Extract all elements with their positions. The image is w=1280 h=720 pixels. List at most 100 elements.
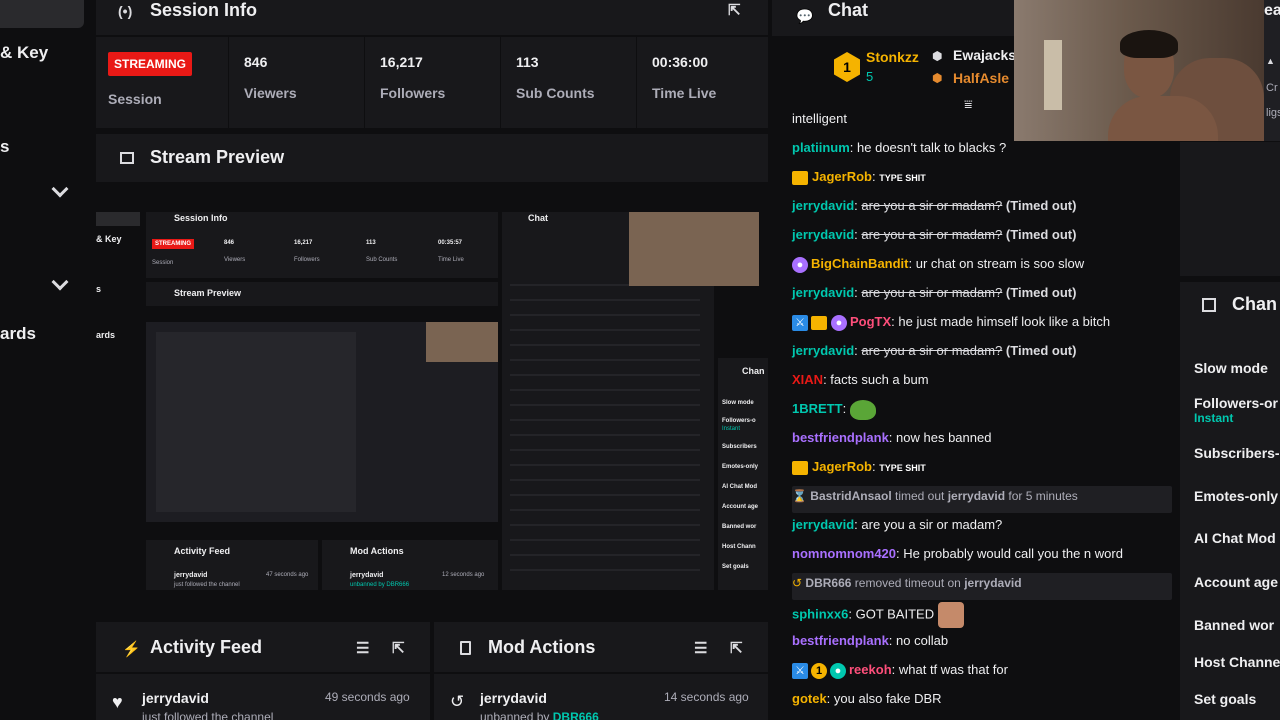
divider [96,35,768,37]
sidebar-top-block[interactable] [0,0,84,28]
nested-mod-user: jerrydavid [350,572,384,579]
timed-out-tag: (Timed out) [1005,227,1077,242]
chat-text: you also fake DBR [833,691,942,706]
system-user[interactable]: DBR666 [805,576,851,590]
nested-streaming-badge: STREAMING [152,239,194,249]
chat-messages: intelligent platiinum: he doesn't talk t… [792,109,1172,718]
mod-text: unbanned by DBR666 [480,710,599,720]
chat-user[interactable]: jerrydavid [792,285,854,300]
chat-user[interactable]: XIAN [792,372,823,387]
setting-banned-words[interactable]: Banned wor [1194,617,1274,633]
system-target[interactable]: jerrydavid [948,489,1005,503]
activity-user[interactable]: jerrydavid [142,690,209,706]
chat-text: no collab [896,633,949,648]
system-target[interactable]: jerrydavid [964,576,1021,590]
setting-slow-mode[interactable]: Slow mode [1194,360,1268,376]
divider [434,672,768,674]
system-message: ↺ DBR666 removed timeout on jerrydavid [792,573,1172,600]
popout-icon[interactable]: ⇱ [728,1,741,19]
popout-icon[interactable]: ⇱ [392,639,405,657]
sidebar-item-keys[interactable]: & Key [0,43,48,63]
mod-actions-title: Mod Actions [488,637,596,657]
followers-value: 16,217 [380,54,423,70]
stream-preview-video[interactable]: & Key s ards Session Info STREAMING Sess… [96,212,768,590]
nested-viewers-value: 846 [224,240,235,246]
chat-message: platiinum: he doesn't talk to blacks ? [792,140,1007,155]
filter-icon[interactable]: ☰ [694,639,707,657]
preview-icon [120,152,134,164]
nested-setting: Banned wor [722,524,757,530]
chat-user[interactable]: jerrydavid [792,198,854,213]
system-user[interactable]: BastridAnsaol [810,489,891,503]
lightning-icon: ⚡ [122,641,141,658]
sidebar-item-rewards[interactable]: ards [0,324,36,344]
chat-user[interactable]: platiinum [792,140,850,155]
nested-time-label: Time Live [438,257,464,263]
chat-user[interactable]: reekoh [849,662,892,677]
chat-message: 1BRETT: [792,399,1172,428]
chat-user[interactable]: jerrydavid [792,517,854,532]
chat-text: He probably would call you the n word [903,546,1123,561]
setting-followers-value: Instant [1194,411,1234,425]
setting-set-goals[interactable]: Set goals [1194,691,1256,707]
mod-user[interactable]: jerrydavid [480,690,547,706]
chat-user[interactable]: jerrydavid [792,227,854,242]
chat-user[interactable]: bestfriendplank [792,633,889,648]
nested-chat-lines [510,274,700,574]
chat-message: JagerRob: TYPE SHIT [792,167,1172,196]
settings-list-icon [1202,298,1216,312]
setting-account-age[interactable]: Account age [1194,574,1278,590]
chat-user[interactable]: gotek [792,691,827,706]
nested-setting: Followers-o [722,418,756,424]
divider [96,672,430,674]
chevron-up-icon[interactable]: ▲ [1266,56,1275,66]
setting-host-channel[interactable]: Host Channe [1194,654,1280,670]
filter-icon[interactable]: ☰ [356,639,369,657]
popout-icon[interactable]: ⇱ [730,639,743,657]
chat-user[interactable]: PogTX [850,314,891,329]
third-name[interactable]: HalfAsle [953,70,1009,86]
nested-session-panel: Session Info STREAMING Session 846 Viewe… [146,212,498,278]
setting-ai-chat-mod[interactable]: AI Chat Mod [1194,530,1276,546]
sidebar: & Key s ards [0,0,90,720]
nested-activity-time: 47 seconds ago [266,572,309,578]
setting-subscribers-only[interactable]: Subscribers- [1194,445,1280,461]
mod-by[interactable]: DBR666 [553,710,599,720]
nested-recursive-frame [156,332,356,512]
divider [636,36,637,128]
chat-user[interactable]: nomnomnom420 [792,546,896,561]
chevron-down-icon[interactable] [51,180,69,198]
setting-emotes-only[interactable]: Emotes-only [1194,488,1278,504]
right-edge-text: ea [1264,2,1280,19]
chat-message: jerrydavid: are you a sir or madam? [792,517,1003,532]
webcam-person-hair [1120,30,1178,58]
crown-icon [792,460,808,475]
chat-user[interactable]: JagerRob [812,169,872,184]
nested-setting: Account age [722,504,759,510]
nested-side-key: & Key [96,234,122,244]
nested-side-top [96,212,140,226]
setting-followers-only[interactable]: Followers-or [1194,395,1278,411]
chat-user[interactable]: sphinxx6 [792,606,848,621]
chat-text: are you a sir or madam? [861,517,1003,532]
right-edge-text: ligs [1266,107,1280,119]
chat-message: jerrydavid: are you a sir or madam? (Tim… [792,285,1077,300]
chat-message: XIAN: facts such a bum [792,372,929,387]
chat-text: intelligent [792,111,847,126]
chat-user[interactable]: bestfriendplank [792,430,889,445]
sidebar-item-s[interactable]: s [0,137,9,157]
chevron-down-icon[interactable] [51,273,69,291]
chat-user[interactable]: JagerRob [812,459,872,474]
second-name[interactable]: Ewajacks [953,47,1016,63]
time-live-value: 00:36:00 [652,54,709,70]
chat-user[interactable]: jerrydavid [792,343,854,358]
chat-user[interactable]: 1BRETT [792,401,843,416]
nested-webcam [426,322,498,362]
chat-message: sphinxx6: GOT BAITED [792,602,1172,631]
chat-user[interactable]: BigChainBandit [811,256,909,271]
streaming-badge: STREAMING [108,52,192,76]
leader-name[interactable]: Stonkzz [866,49,919,65]
deleted-text: are you a sir or madam? [861,227,1003,242]
nested-setting: Subscribers [722,444,757,450]
activity-feed-title: Activity Feed [150,637,263,657]
